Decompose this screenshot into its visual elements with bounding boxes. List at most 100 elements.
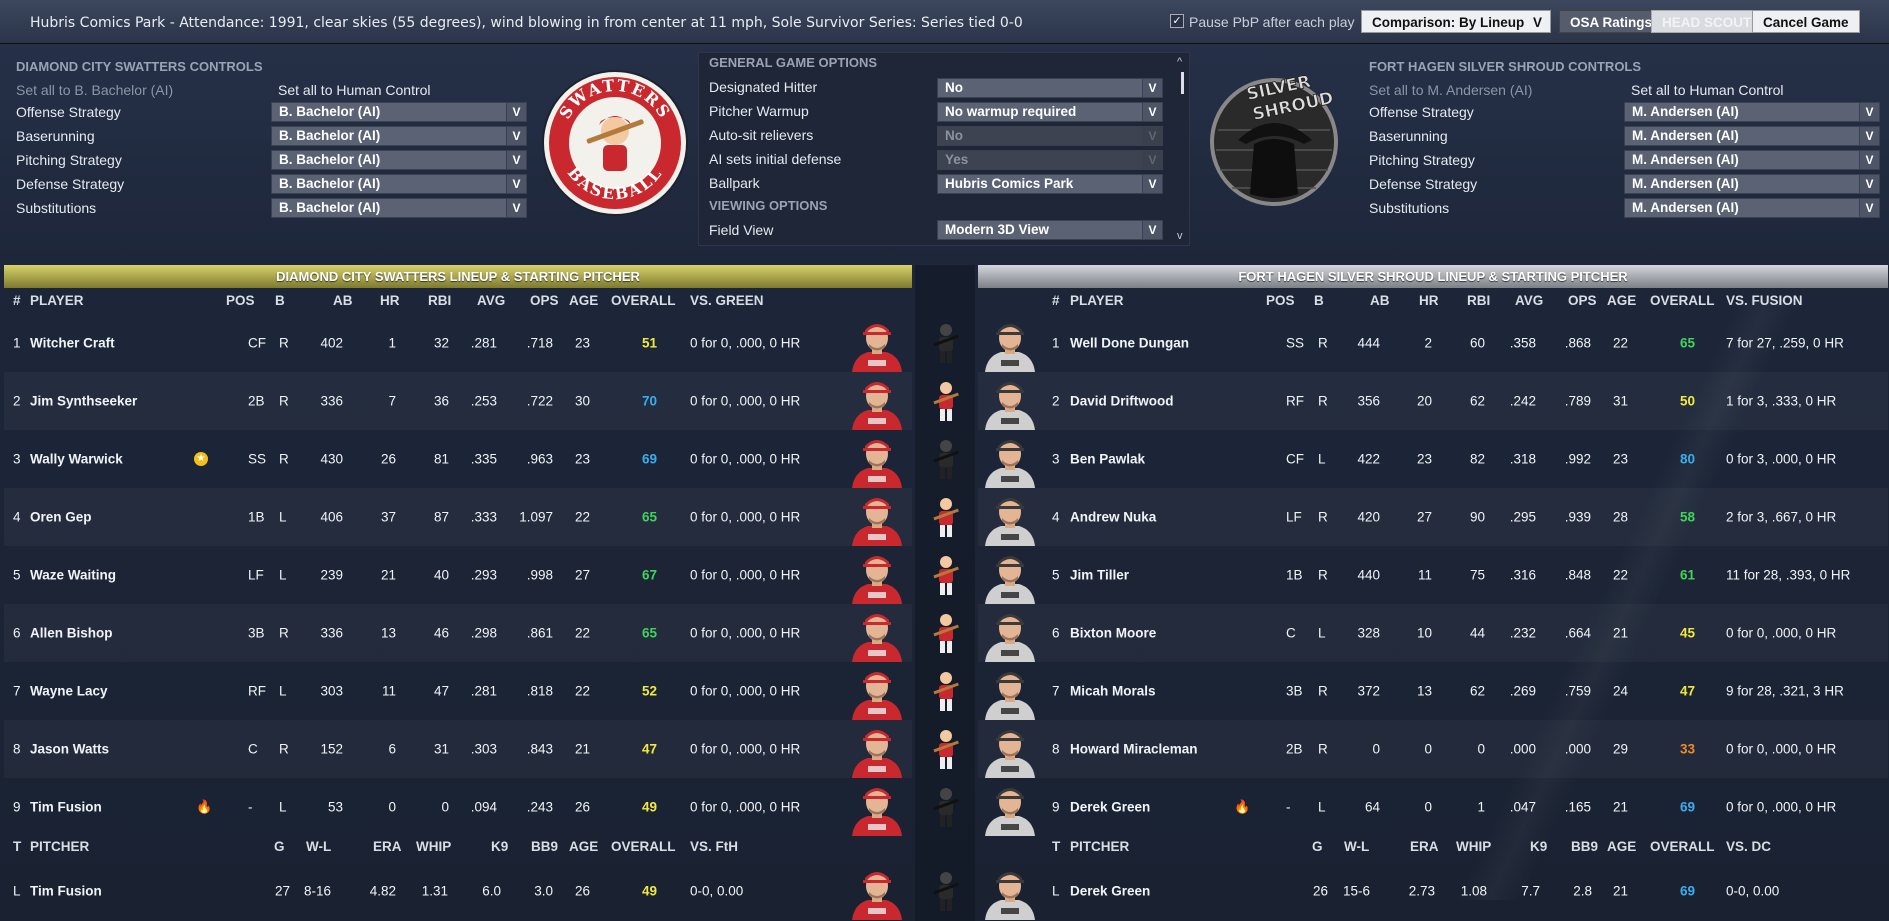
column-header[interactable]: # [1052,293,1060,308]
table-row[interactable]: 8 Jason Watts C R 152 6 31 .303 .843 21 47 0 for 0,… [4,720,912,778]
column-header[interactable]: RBI [1467,293,1490,308]
pitcher-whip: 1.08 [1460,883,1487,899]
player-ab: 372 [1357,683,1380,699]
column-header[interactable]: PLAYER [30,293,84,308]
home-control-select[interactable]: B. Bachelor (AI) V [271,126,527,146]
pitcher-column-header[interactable]: W-L [1344,839,1369,854]
away-control-select[interactable]: M. Andersen (AI) V [1624,102,1880,122]
column-header[interactable]: AVG [477,293,505,308]
table-row[interactable]: 1 Well Done Dungan SS R 444 2 60 .358 .868 22 65 7 … [978,314,1888,372]
viewing-options-title: VIEWING OPTIONS [709,198,828,213]
column-header[interactable]: # [13,293,21,308]
column-header[interactable]: POS [226,293,255,308]
table-row[interactable]: 4 Oren Gep 1B L 406 37 87 .333 1.097 22 65 0 for 0,… [4,488,912,546]
column-header[interactable]: POS [1266,293,1295,308]
away-control-select[interactable]: M. Andersen (AI) V [1624,174,1880,194]
table-row[interactable]: 3 Ben Pawlak CF L 422 23 82 .318 .992 23 80 0 for 3… [978,430,1888,488]
table-row[interactable]: 3 Wally Warwick SS R 430 26 81 .335 .963 23 69 0 fo… [4,430,912,488]
pitcher-column-header[interactable]: ERA [373,839,402,854]
pitcher-column-header[interactable]: OVERALL [611,839,676,854]
table-row[interactable]: 6 Bixton Moore C L 328 10 44 .232 .664 21 45 0 for … [978,604,1888,662]
column-header[interactable]: AGE [569,293,598,308]
pitcher-column-header[interactable]: VS. FtH [690,839,738,854]
option-select[interactable]: No warmup required V [937,102,1163,122]
table-row[interactable]: 8 Howard Miracleman 2B R 0 0 0 .000 .000 29 33 0 fo… [978,720,1888,778]
column-header[interactable]: HR [1419,293,1439,308]
scroll-down-icon[interactable]: v [1177,230,1183,242]
pitcher-column-header[interactable]: AGE [569,839,598,854]
table-row[interactable]: 2 David Driftwood RF R 356 20 62 .242 .789 31 50 1 … [978,372,1888,430]
table-row[interactable]: 6 Allen Bishop 3B R 336 13 46 .298 .861 22 65 0 for… [4,604,912,662]
column-header[interactable]: B [275,293,285,308]
column-header[interactable]: VS. FUSION [1726,293,1803,308]
away-control-select[interactable]: M. Andersen (AI) V [1624,126,1880,146]
table-row[interactable]: 5 Waze Waiting LF L 239 21 40 .293 .998 27 67 0 for… [4,546,912,604]
comparison-dropdown[interactable]: Comparison: By Lineup V [1361,10,1551,33]
table-row[interactable]: 9 Tim Fusion - L 53 0 0 .094 .243 26 49 0 for 0, .0… [4,778,912,836]
scroll-up-icon[interactable]: ^ [1177,56,1182,68]
column-header[interactable]: HR [380,293,400,308]
away-set-all-human-link[interactable]: Set all to Human Control [1631,82,1784,98]
option-select[interactable]: Hubris Comics Park V [937,174,1163,194]
pitcher-column-header[interactable]: VS. DC [1726,839,1771,854]
option-select[interactable]: No V [937,78,1163,98]
scroll-thumb[interactable] [1181,72,1184,94]
table-row[interactable]: 1 Witcher Craft CF R 402 1 32 .281 .718 23 51 0 for… [4,314,912,372]
column-header[interactable]: AB [333,293,353,308]
pitcher-column-header[interactable]: BB9 [1571,839,1598,854]
pitcher-column-header[interactable]: OVERALL [1650,839,1715,854]
player-b: L [1318,451,1326,467]
pitcher-row[interactable]: L Derek Green 26 15-6 2.73 1.08 7.7 2.8 21 69 0-0,… [978,862,1888,920]
pitcher-column-header[interactable]: PITCHER [1070,839,1129,854]
column-header[interactable]: AVG [1515,293,1543,308]
away-set-all-ai-link[interactable]: Set all to M. Andersen (AI) [1369,82,1532,98]
field-view-select[interactable]: Modern 3D View V [937,220,1163,240]
pitcher-column-header[interactable]: PITCHER [30,839,89,854]
pitcher-column-header[interactable]: G [274,839,285,854]
column-header[interactable]: PLAYER [1070,293,1124,308]
home-control-select[interactable]: B. Bachelor (AI) V [271,150,527,170]
pitcher-row[interactable]: L Tim Fusion 27 8-16 4.82 1.31 6.0 3.0 26 49 0-0, … [4,862,912,920]
player-name: Jason Watts [30,741,110,757]
column-header[interactable]: OPS [530,293,559,308]
pitcher-column-header[interactable]: G [1312,839,1323,854]
options-scrollbar[interactable]: ^ v [1177,56,1187,244]
table-row[interactable]: 7 Micah Morals 3B R 372 13 62 .269 .759 24 47 9 for… [978,662,1888,720]
away-control-select[interactable]: M. Andersen (AI) V [1624,198,1880,218]
pitcher-column-header[interactable]: AGE [1607,839,1636,854]
column-header[interactable]: OPS [1568,293,1597,308]
home-set-all-ai-link[interactable]: Set all to B. Bachelor (AI) [16,82,173,98]
column-header[interactable]: OVERALL [611,293,676,308]
osa-ratings-button[interactable]: OSA Ratings [1559,10,1664,33]
column-header[interactable]: VS. GREEN [690,293,764,308]
pause-pbp-checkbox[interactable]: ✓ [1170,14,1184,28]
column-header[interactable]: B [1314,293,1324,308]
pitcher-column-header[interactable]: T [13,839,21,854]
cancel-game-button[interactable]: Cancel Game [1752,10,1860,33]
table-row[interactable]: 4 Andrew Nuka LF R 420 27 90 .295 .939 28 58 2 for … [978,488,1888,546]
pitcher-column-header[interactable]: K9 [491,839,508,854]
home-control-select[interactable]: B. Bachelor (AI) V [271,174,527,194]
column-header[interactable]: AB [1370,293,1390,308]
column-header[interactable]: OVERALL [1650,293,1715,308]
table-row[interactable]: 2 Jim Synthseeker 2B R 336 7 36 .253 .722 30 70 0 f… [4,372,912,430]
player-ops: .789 [1564,393,1591,409]
pitcher-column-header[interactable]: W-L [306,839,331,854]
home-control-select[interactable]: B. Bachelor (AI) V [271,198,527,218]
column-header[interactable]: RBI [428,293,451,308]
column-header[interactable]: AGE [1607,293,1636,308]
pitcher-column-header[interactable]: BB9 [531,839,558,854]
head-scout-button[interactable]: HEAD SCOUT [1651,10,1763,33]
pitcher-column-header[interactable]: WHIP [416,839,451,854]
home-control-select[interactable]: B. Bachelor (AI) V [271,102,527,122]
table-row[interactable]: 7 Wayne Lacy RF L 303 11 47 .281 .818 22 52 0 for 0… [4,662,912,720]
player-avg: .303 [470,741,497,757]
pitcher-column-header[interactable]: K9 [1530,839,1547,854]
table-row[interactable]: 9 Derek Green - L 64 0 1 .047 .165 21 69 0 for 0, .… [978,778,1888,836]
pitcher-column-header[interactable]: T [1052,839,1060,854]
away-control-select[interactable]: M. Andersen (AI) V [1624,150,1880,170]
pitcher-column-header[interactable]: ERA [1410,839,1439,854]
home-set-all-human-link[interactable]: Set all to Human Control [278,82,431,98]
table-row[interactable]: 5 Jim Tiller 1B R 440 11 75 .316 .848 22 61 11 for … [978,546,1888,604]
pitcher-column-header[interactable]: WHIP [1456,839,1491,854]
